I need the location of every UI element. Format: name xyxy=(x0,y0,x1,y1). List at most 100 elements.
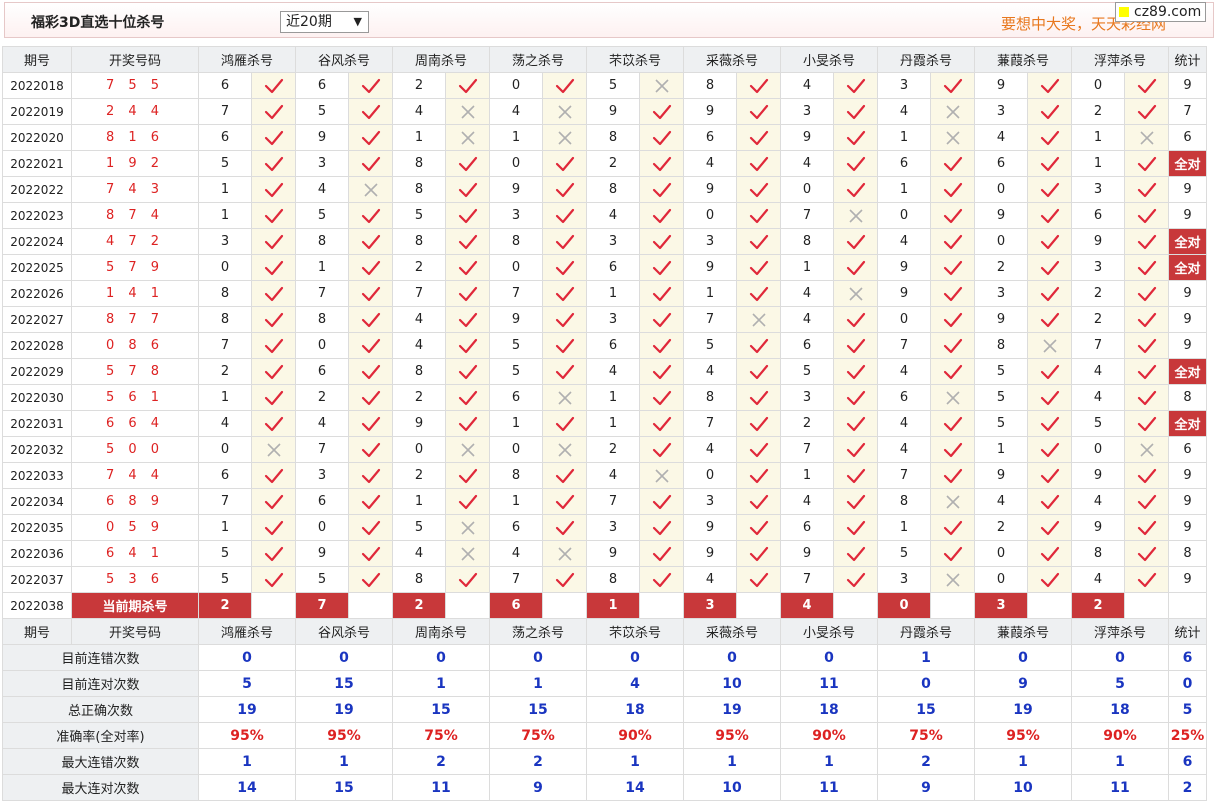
result-cell xyxy=(251,124,296,151)
result-cell xyxy=(348,202,393,229)
title-bar: 福彩3D直选十位杀号 近20期 ▼ 要想中大奖，天天彩经网 xyxy=(4,2,1214,38)
kill-number-cell: 4 xyxy=(877,436,931,463)
check-icon xyxy=(835,338,877,354)
check-icon xyxy=(1029,78,1071,94)
result-cell xyxy=(1124,566,1169,593)
result-cell xyxy=(542,566,587,593)
result-cell xyxy=(251,306,296,333)
kill-number-cell: 0 xyxy=(780,176,834,203)
kill-number-cell: 5 xyxy=(586,72,640,99)
kill-number-cell: 5 xyxy=(877,540,931,567)
summary-stat: 6 xyxy=(1168,644,1207,671)
kill-number-cell: 4 xyxy=(1071,384,1125,411)
draw-number-cell: 5 6 1 xyxy=(71,384,199,411)
stat-cell: 全对 xyxy=(1168,228,1207,255)
check-icon xyxy=(1029,520,1071,536)
kill-number-cell: 4 xyxy=(489,540,543,567)
check-icon xyxy=(350,520,392,536)
result-cell xyxy=(639,124,684,151)
result-cell xyxy=(542,280,587,307)
check-icon xyxy=(544,208,586,224)
kill-number-cell: 3 xyxy=(780,384,834,411)
summary-value: 18 xyxy=(780,696,878,723)
result-cell xyxy=(445,332,490,359)
check-icon xyxy=(641,520,683,536)
result-cell xyxy=(348,254,393,281)
check-icon xyxy=(447,416,489,432)
result-cell xyxy=(930,98,975,125)
check-icon xyxy=(253,78,295,94)
current-kill-number: 3 xyxy=(683,592,737,619)
empty-cell xyxy=(930,592,975,619)
check-icon xyxy=(350,260,392,276)
result-cell xyxy=(1124,410,1169,437)
check-icon xyxy=(641,546,683,562)
current-kill-number: 2 xyxy=(198,592,252,619)
summary-value: 4 xyxy=(586,670,684,697)
result-cell xyxy=(251,358,296,385)
result-cell xyxy=(348,410,393,437)
stat-cell: 8 xyxy=(1168,384,1207,411)
kill-number-cell: 3 xyxy=(1071,176,1125,203)
result-cell xyxy=(1027,150,1072,177)
result-cell xyxy=(348,566,393,593)
check-icon xyxy=(835,572,877,588)
kill-number-cell: 5 xyxy=(974,384,1028,411)
check-icon xyxy=(350,78,392,94)
result-cell xyxy=(930,280,975,307)
period-range-select[interactable]: 近20期 ▼ xyxy=(280,11,369,33)
kill-number-cell: 9 xyxy=(392,410,446,437)
period-cell: 2022029 xyxy=(2,358,72,385)
check-icon xyxy=(835,104,877,120)
check-icon xyxy=(253,390,295,406)
check-icon xyxy=(1029,546,1071,562)
result-cell xyxy=(348,384,393,411)
kill-number-cell: 4 xyxy=(780,306,834,333)
kill-number-cell: 1 xyxy=(295,254,349,281)
kill-number-cell: 5 xyxy=(198,150,252,177)
header-period: 期号 xyxy=(2,618,72,645)
table-row: 2022020 8 1 669118691416 xyxy=(2,124,1207,151)
header-expert: 谷风杀号 xyxy=(295,46,393,73)
check-icon xyxy=(1029,286,1071,302)
check-icon xyxy=(1126,260,1168,276)
kill-number-cell: 7 xyxy=(198,332,252,359)
summary-value: 15 xyxy=(877,696,975,723)
check-icon xyxy=(253,416,295,432)
kill-number-cell: 6 xyxy=(295,358,349,385)
kill-number-cell: 4 xyxy=(780,150,834,177)
summary-value: 0 xyxy=(586,644,684,671)
result-cell xyxy=(1027,540,1072,567)
result-cell xyxy=(736,488,781,515)
result-cell xyxy=(930,488,975,515)
result-cell xyxy=(736,358,781,385)
check-icon xyxy=(350,234,392,250)
period-cell: 2022021 xyxy=(2,150,72,177)
kill-number-cell: 6 xyxy=(780,332,834,359)
result-cell xyxy=(1124,488,1169,515)
check-icon xyxy=(738,494,780,510)
site-logo[interactable]: cz89.com xyxy=(1115,2,1207,22)
check-icon xyxy=(738,260,780,276)
period-cell: 2022019 xyxy=(2,98,72,125)
kill-number-cell: 3 xyxy=(295,150,349,177)
kill-number-cell: 7 xyxy=(683,410,737,437)
header-expert: 浮萍杀号 xyxy=(1071,46,1169,73)
kill-number-cell: 3 xyxy=(974,98,1028,125)
result-cell xyxy=(445,202,490,229)
check-icon xyxy=(350,416,392,432)
kill-number-cell: 1 xyxy=(1071,124,1125,151)
kill-number-cell: 9 xyxy=(974,462,1028,489)
period-cell: 2022020 xyxy=(2,124,72,151)
summary-value: 19 xyxy=(683,696,781,723)
result-cell xyxy=(639,566,684,593)
check-icon xyxy=(932,546,974,562)
summary-value: 9 xyxy=(877,774,975,801)
kill-number-cell: 2 xyxy=(1071,280,1125,307)
result-cell xyxy=(348,228,393,255)
cross-icon xyxy=(447,546,489,562)
summary-row: 总正确次数 19 19 15 15 18 19 18 15 19 18 5 xyxy=(2,696,1207,723)
period-range-value: 近20期 xyxy=(286,14,332,30)
check-icon xyxy=(1029,494,1071,510)
result-cell xyxy=(1027,280,1072,307)
